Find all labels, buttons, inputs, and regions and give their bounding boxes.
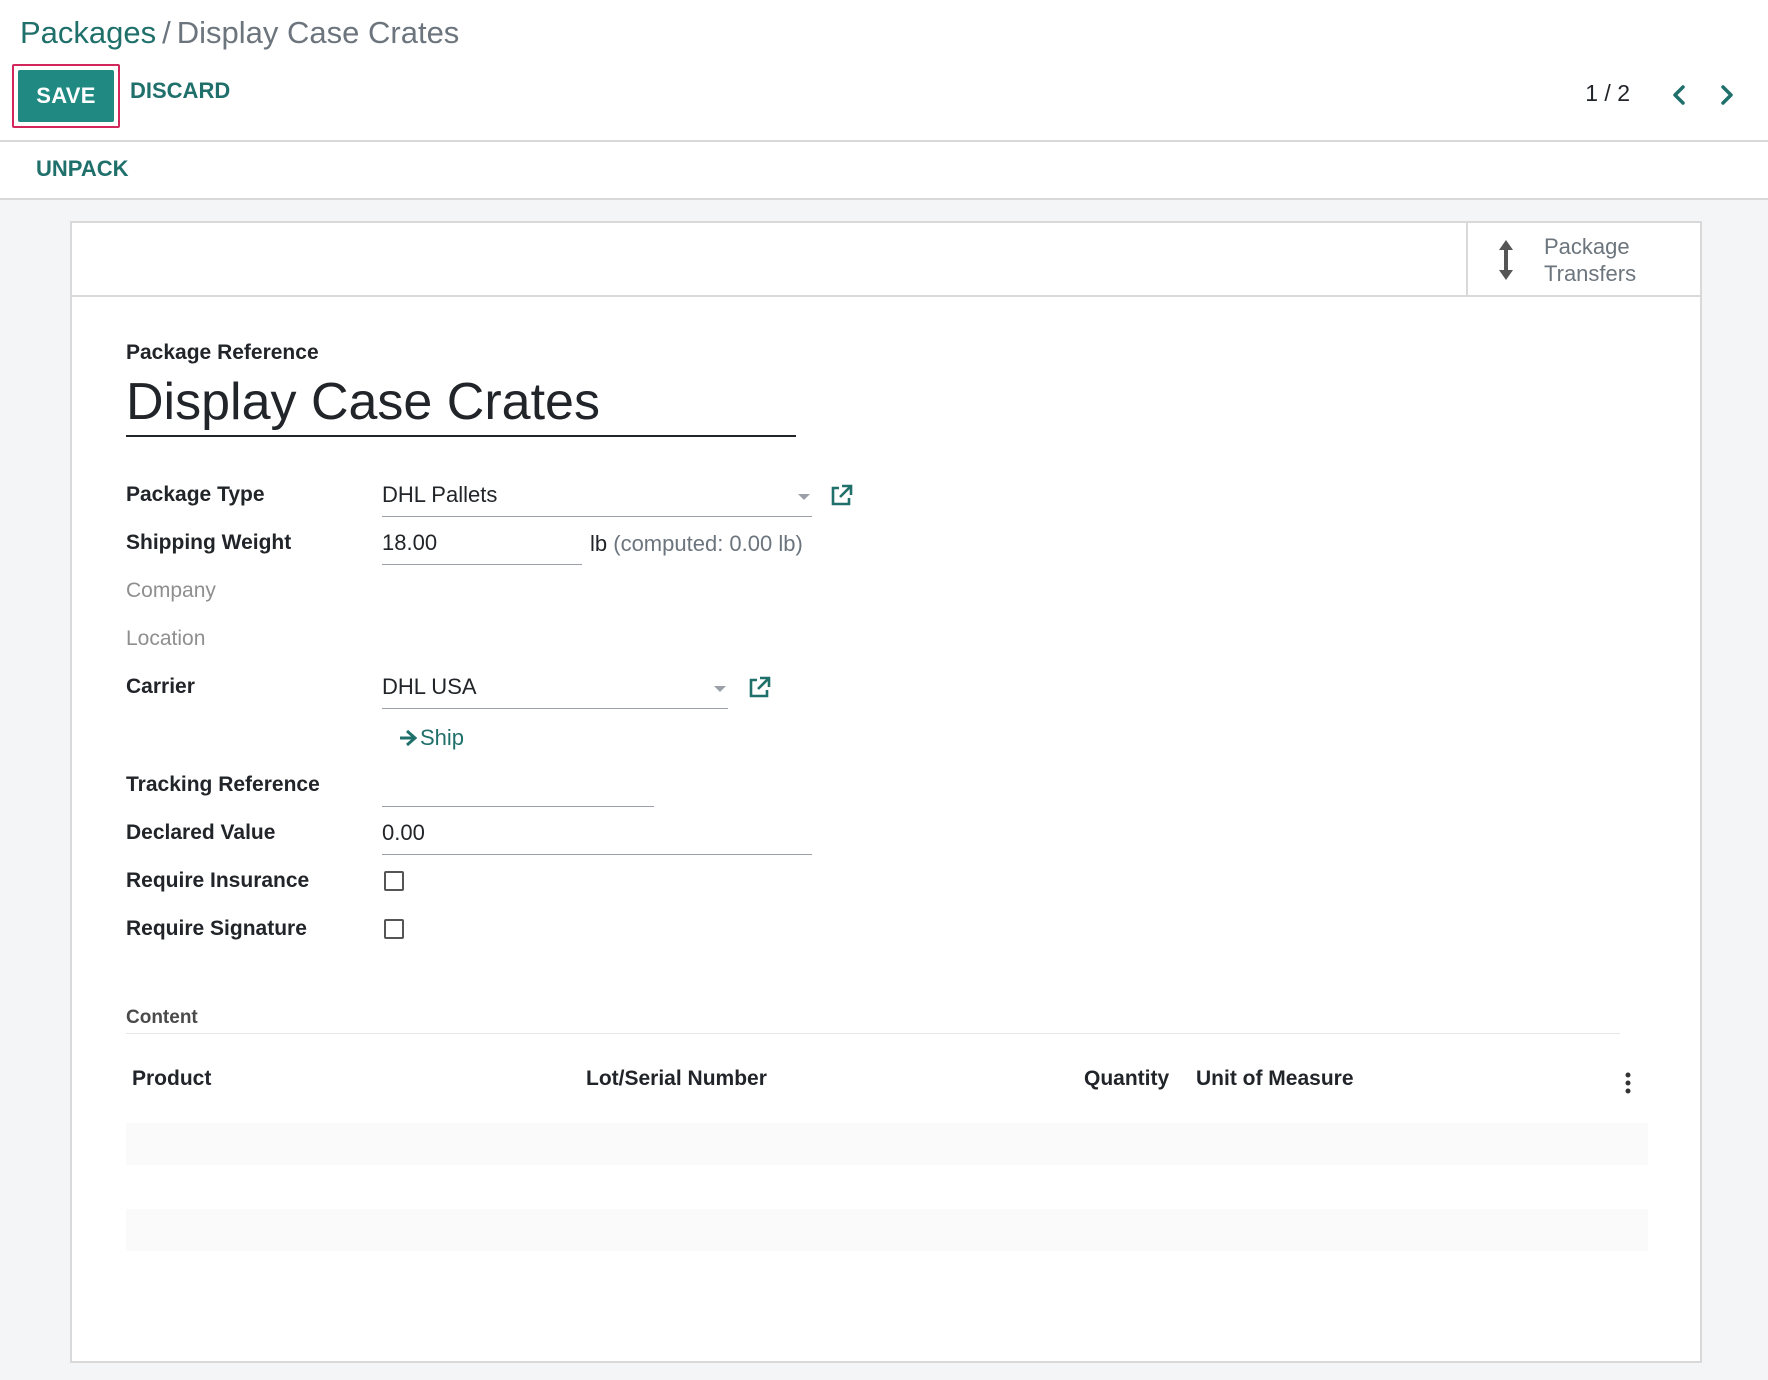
status-bar: UNPACK: [0, 142, 1768, 200]
tracking-reference-label: Tracking Reference: [126, 773, 320, 796]
carrier-value: DHL USA: [382, 674, 477, 699]
location-label: Location: [126, 627, 206, 650]
column-header-unit-of-measure[interactable]: Unit of Measure: [1196, 1067, 1354, 1091]
tracking-reference-input[interactable]: [382, 767, 654, 807]
external-link-icon[interactable]: [746, 675, 772, 701]
arrow-right-icon: [400, 729, 418, 747]
package-type-label: Package Type: [126, 483, 265, 506]
package-reference-input[interactable]: Display Case Crates: [126, 371, 796, 437]
package-transfers-label: Package Transfers: [1544, 233, 1684, 287]
content-section-divider: [126, 1033, 1620, 1034]
weight-unit-text: lb (computed: 0.00 lb): [590, 531, 803, 557]
ship-label: Ship: [420, 725, 465, 750]
pager-next-button[interactable]: [1712, 78, 1742, 112]
require-insurance-checkbox[interactable]: [384, 871, 404, 891]
pager-value[interactable]: 1 / 2: [1585, 80, 1630, 107]
content-section-title: Content: [126, 1007, 198, 1028]
breadcrumb-packages-link[interactable]: Packages: [20, 15, 156, 50]
chevron-left-icon: [1673, 85, 1685, 105]
discard-button[interactable]: DISCARD: [130, 78, 230, 104]
ship-button[interactable]: Ship: [398, 725, 464, 751]
control-panel: Packages / Display Case Crates SAVE DISCAR…: [0, 0, 1768, 142]
declared-value-label: Declared Value: [126, 821, 276, 844]
weight-unit: lb: [590, 531, 608, 556]
breadcrumb: Packages / Display Case Crates: [20, 14, 459, 52]
content-table-header: Product Lot/Serial Number Quantity Unit …: [126, 1061, 1648, 1103]
package-type-value: DHL Pallets: [382, 482, 498, 507]
carrier-label: Carrier: [126, 675, 195, 698]
shipping-weight-input[interactable]: 18.00: [382, 525, 582, 565]
require-signature-label: Require Signature: [126, 917, 307, 940]
save-button-highlight: SAVE: [12, 64, 120, 128]
require-signature-checkbox[interactable]: [384, 919, 404, 939]
column-header-product[interactable]: Product: [132, 1067, 211, 1091]
package-transfers-line1: Package: [1544, 234, 1630, 259]
computed-weight: (computed: 0.00 lb): [613, 531, 803, 556]
optional-columns-kebab-icon[interactable]: [1618, 1071, 1638, 1095]
declared-value-input[interactable]: 0.00: [382, 815, 812, 855]
package-type-select[interactable]: DHL Pallets: [382, 477, 812, 517]
declared-value: 0.00: [382, 820, 425, 845]
shipping-weight-label: Shipping Weight: [126, 531, 292, 554]
smart-button-box: Package Transfers: [72, 223, 1700, 297]
carrier-select[interactable]: DHL USA: [382, 669, 728, 709]
package-transfers-button[interactable]: Package Transfers: [1466, 223, 1700, 295]
external-link-icon[interactable]: [828, 483, 854, 509]
save-button[interactable]: SAVE: [18, 70, 114, 122]
require-insurance-label: Require Insurance: [126, 869, 310, 892]
column-header-quantity[interactable]: Quantity: [1084, 1067, 1169, 1091]
table-row: [126, 1123, 1648, 1165]
breadcrumb-separator: /: [162, 15, 171, 50]
breadcrumb-current: Display Case Crates: [176, 15, 460, 50]
caret-down-icon: [714, 686, 726, 692]
pager-previous-button[interactable]: [1664, 78, 1694, 112]
form-sheet: Package Transfers Package Reference Disp…: [70, 221, 1702, 1363]
chevron-right-icon: [1721, 85, 1733, 105]
column-header-lot-serial[interactable]: Lot/Serial Number: [586, 1067, 767, 1091]
company-label: Company: [126, 579, 216, 602]
package-reference-label: Package Reference: [126, 341, 319, 364]
shipping-weight-value: 18.00: [382, 530, 438, 555]
unpack-button[interactable]: UNPACK: [36, 156, 128, 182]
caret-down-icon: [798, 494, 810, 500]
package-transfers-line2: Transfers: [1544, 261, 1637, 286]
table-row: [126, 1209, 1648, 1251]
vertical-arrows-icon: [1499, 240, 1513, 280]
